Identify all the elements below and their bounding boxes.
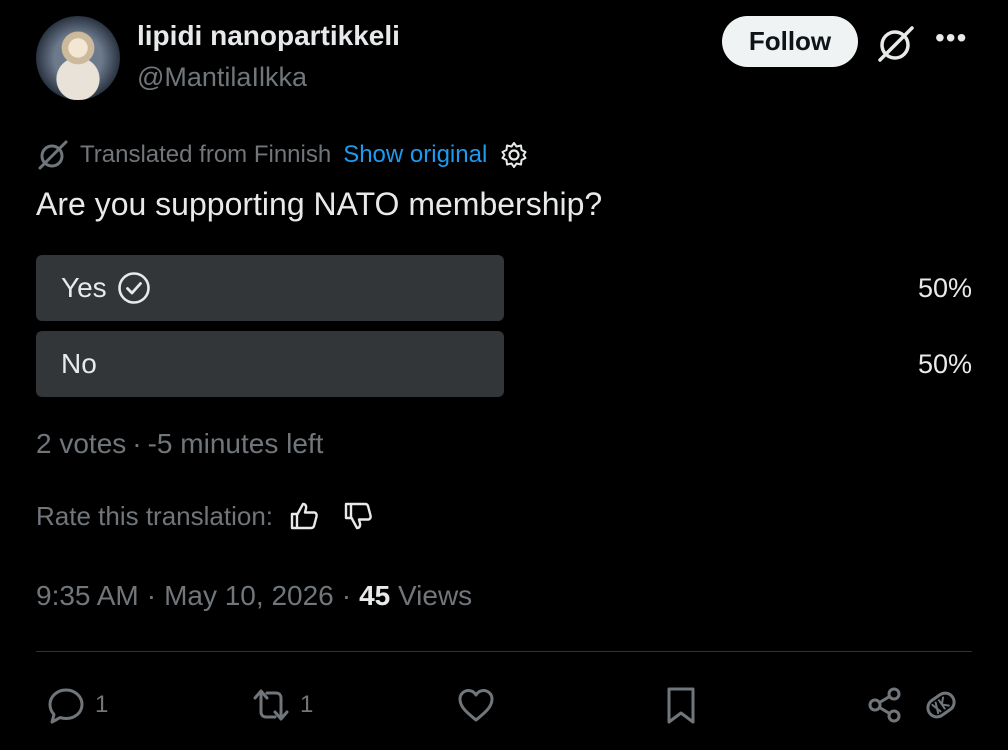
post-date[interactable]: May 10, 2026 <box>164 580 334 611</box>
translated-from-label: Translated from Finnish <box>80 141 332 168</box>
author-display-name[interactable]: lipidi nanopartikkeli <box>137 20 400 52</box>
repost-icon <box>253 689 289 721</box>
reply-button[interactable]: 1 <box>45 683 108 727</box>
post-meta: 9:35 AM · May 10, 2026 · 45 Views <box>36 580 473 611</box>
translation-note: Translated from Finnish Show original <box>36 138 529 172</box>
divider <box>36 651 972 652</box>
share-icon <box>868 687 901 723</box>
grok-analyze-icon <box>926 691 956 719</box>
reply-icon <box>48 688 84 724</box>
poll-option-no: No 50% <box>36 331 972 397</box>
more-options-icon[interactable]: ••• <box>935 24 971 58</box>
grok-analyze-button[interactable] <box>920 683 962 727</box>
poll-option-percent: 50% <box>917 348 972 379</box>
poll-vote-count: 2 votes <box>36 428 127 459</box>
rate-translation: Rate this translation: <box>36 498 375 534</box>
poll-option-yes: Yes 50% <box>36 255 972 321</box>
poll-option-label: Yes <box>61 272 107 303</box>
repost-button[interactable]: 1 <box>250 683 313 727</box>
heart-icon <box>458 689 494 722</box>
gear-icon[interactable] <box>499 140 529 170</box>
reply-count: 1 <box>95 691 109 718</box>
poll-time-left: -5 minutes left <box>147 428 324 459</box>
avatar[interactable] <box>36 16 120 100</box>
poll-result-bar <box>36 331 504 397</box>
rate-translation-label: Rate this translation: <box>36 500 274 531</box>
grok-translate-icon <box>38 140 68 170</box>
post-time[interactable]: 9:35 AM <box>36 580 139 611</box>
poll-summary: 2 votes · -5 minutes left <box>36 428 324 459</box>
thumbs-up-icon[interactable] <box>287 499 321 533</box>
check-circle-icon <box>117 272 150 304</box>
bookmark-icon <box>667 687 695 724</box>
like-button[interactable] <box>455 683 497 727</box>
post-text: Are you supporting NATO membership? <box>36 186 603 222</box>
poll-option-percent: 50% <box>917 272 972 303</box>
show-original-link[interactable]: Show original <box>343 141 487 169</box>
author-handle[interactable]: @MantilaIlkka <box>137 62 307 93</box>
follow-button[interactable]: Follow <box>722 16 858 67</box>
bookmark-button[interactable] <box>660 683 702 727</box>
grok-icon[interactable] <box>876 24 916 64</box>
views-count: 45 <box>359 580 391 611</box>
views-label: Views <box>398 580 473 611</box>
repost-count: 1 <box>300 691 314 718</box>
share-button[interactable] <box>864 683 906 727</box>
poll-option-label: No <box>61 348 97 379</box>
thumbs-down-icon[interactable] <box>341 499 375 533</box>
